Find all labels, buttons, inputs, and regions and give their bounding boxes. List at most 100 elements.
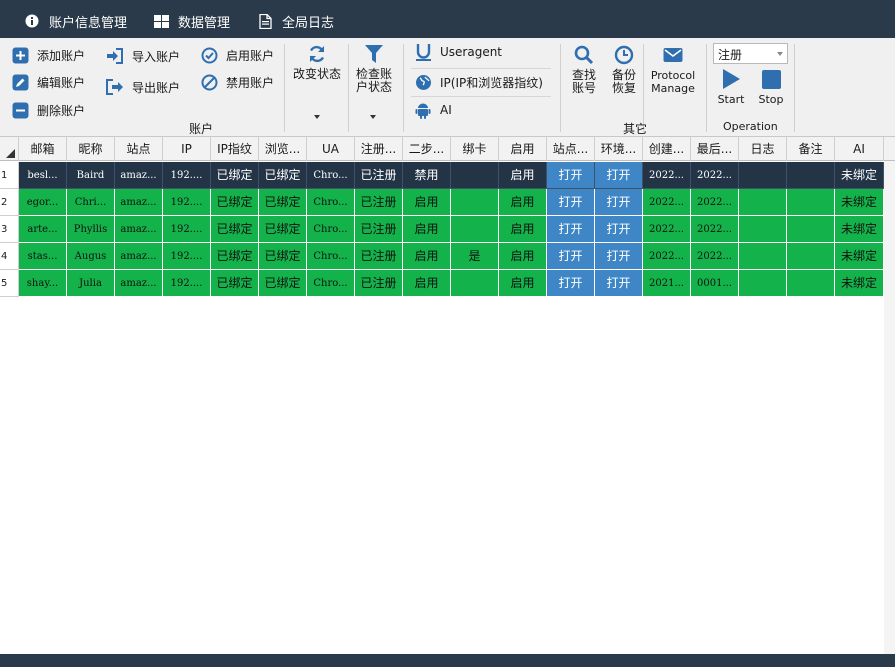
table-cell[interactable]: 已绑定 bbox=[211, 270, 259, 297]
column-header[interactable]: IP指纹 bbox=[211, 137, 259, 161]
column-header[interactable]: 浏览... bbox=[259, 137, 307, 161]
table-cell[interactable]: Augus bbox=[67, 243, 115, 270]
change-status-button[interactable]: 改变状态 bbox=[290, 43, 344, 81]
edit-account-button[interactable]: 编辑账户 bbox=[11, 73, 85, 91]
column-header[interactable]: IP bbox=[163, 137, 211, 161]
table-cell[interactable]: Julia bbox=[67, 270, 115, 297]
open-site-button[interactable]: 打开 bbox=[547, 162, 595, 189]
change-status-dropdown[interactable] bbox=[314, 115, 320, 119]
table-cell[interactable] bbox=[739, 189, 787, 216]
column-header[interactable]: 邮箱 bbox=[19, 137, 67, 161]
table-cell[interactable]: 2022... bbox=[691, 216, 739, 243]
table-cell[interactable]: 192.... bbox=[163, 243, 211, 270]
backup-restore-button[interactable]: 备份 恢复 bbox=[606, 44, 642, 95]
table-cell[interactable]: Chro... bbox=[307, 162, 355, 189]
table-row[interactable]: 1 besl... Baird amaz... 192.... 已绑定 已绑定 Chro...… bbox=[0, 162, 884, 189]
table-cell[interactable]: 启用 bbox=[499, 216, 547, 243]
table-cell[interactable] bbox=[451, 216, 499, 243]
table-cell[interactable]: 未绑定 bbox=[835, 216, 884, 243]
row-number[interactable]: 5 bbox=[0, 270, 19, 297]
table-cell[interactable]: amaz... bbox=[115, 162, 163, 189]
useragent-button[interactable]: Useragent bbox=[414, 43, 502, 61]
table-cell[interactable]: arte... bbox=[19, 216, 67, 243]
table-cell[interactable]: 已绑定 bbox=[259, 216, 307, 243]
table-cell[interactable]: 未绑定 bbox=[835, 270, 884, 297]
open-site-button[interactable]: 打开 bbox=[547, 189, 595, 216]
ip-fingerprint-button[interactable]: IP(IP和浏览器指纹) bbox=[414, 73, 543, 91]
table-cell[interactable]: 2022... bbox=[643, 216, 691, 243]
table-cell[interactable]: 未绑定 bbox=[835, 189, 884, 216]
column-header[interactable]: 创建... bbox=[643, 137, 691, 161]
table-cell[interactable]: 启用 bbox=[499, 243, 547, 270]
table-cell[interactable]: 已注册 bbox=[355, 270, 403, 297]
table-cell[interactable]: 2022... bbox=[643, 243, 691, 270]
table-cell[interactable]: 启用 bbox=[499, 270, 547, 297]
table-cell[interactable] bbox=[787, 189, 835, 216]
enable-account-button[interactable]: 启用账户 bbox=[200, 46, 274, 64]
table-cell[interactable]: 192.... bbox=[163, 270, 211, 297]
ai-button[interactable]: AI bbox=[414, 101, 452, 119]
table-cell[interactable] bbox=[739, 243, 787, 270]
table-cell[interactable]: 已注册 bbox=[355, 216, 403, 243]
table-row[interactable]: 4 stas... Augus amaz... 192.... 已绑定 已绑定 Chro...… bbox=[0, 243, 884, 270]
row-number[interactable]: 4 bbox=[0, 243, 19, 270]
table-cell[interactable]: 未绑定 bbox=[835, 243, 884, 270]
open-environment-button[interactable]: 打开 bbox=[595, 270, 643, 297]
table-cell[interactable]: 已绑定 bbox=[211, 243, 259, 270]
tab-data-management[interactable]: 数据管理 bbox=[153, 11, 230, 31]
column-header[interactable]: 二步... bbox=[403, 137, 451, 161]
table-cell[interactable]: Chro... bbox=[307, 243, 355, 270]
table-cell[interactable]: 2022... bbox=[643, 162, 691, 189]
table-cell[interactable]: amaz... bbox=[115, 216, 163, 243]
table-cell[interactable] bbox=[787, 243, 835, 270]
table-cell[interactable] bbox=[739, 162, 787, 189]
open-environment-button[interactable]: 打开 bbox=[595, 162, 643, 189]
table-cell[interactable]: 已绑定 bbox=[259, 243, 307, 270]
table-cell[interactable]: egor... bbox=[19, 189, 67, 216]
table-cell[interactable]: Phyllis bbox=[67, 216, 115, 243]
table-cell[interactable]: 已绑定 bbox=[211, 189, 259, 216]
column-header[interactable]: 备注 bbox=[787, 137, 835, 161]
table-cell[interactable]: 启用 bbox=[403, 216, 451, 243]
find-account-button[interactable]: 查找 账号 bbox=[566, 44, 602, 95]
table-cell[interactable]: 2021... bbox=[643, 270, 691, 297]
select-all-corner[interactable] bbox=[0, 137, 19, 161]
table-cell[interactable] bbox=[451, 162, 499, 189]
table-cell[interactable]: 启用 bbox=[403, 243, 451, 270]
table-cell[interactable]: amaz... bbox=[115, 270, 163, 297]
table-cell[interactable] bbox=[787, 162, 835, 189]
table-cell[interactable]: 已注册 bbox=[355, 162, 403, 189]
table-row[interactable]: 3 arte... Phyllis amaz... 192.... 已绑定 已绑定 Chro.… bbox=[0, 216, 884, 243]
open-environment-button[interactable]: 打开 bbox=[595, 189, 643, 216]
column-header[interactable]: 环境... bbox=[595, 137, 643, 161]
table-cell[interactable]: 未绑定 bbox=[835, 162, 884, 189]
row-number[interactable]: 1 bbox=[0, 162, 19, 189]
table-cell[interactable]: 192.... bbox=[163, 189, 211, 216]
table-cell[interactable]: 2022... bbox=[691, 189, 739, 216]
row-number[interactable]: 2 bbox=[0, 189, 19, 216]
table-cell[interactable]: amaz... bbox=[115, 243, 163, 270]
import-account-button[interactable]: 导入账户 bbox=[106, 47, 180, 65]
table-row[interactable]: 2 egor... Chri... amaz... 192.... 已绑定 已绑定 Chro.… bbox=[0, 189, 884, 216]
table-cell[interactable]: 0001... bbox=[691, 270, 739, 297]
table-cell[interactable]: 2022... bbox=[643, 189, 691, 216]
table-cell[interactable]: 禁用 bbox=[403, 162, 451, 189]
column-header[interactable]: 站点 bbox=[115, 137, 163, 161]
column-header[interactable]: 最后... bbox=[691, 137, 739, 161]
table-cell[interactable] bbox=[451, 270, 499, 297]
table-cell[interactable]: 已绑定 bbox=[211, 216, 259, 243]
table-cell[interactable]: 启用 bbox=[499, 162, 547, 189]
vertical-scrollbar[interactable] bbox=[884, 161, 895, 654]
column-header[interactable]: UA bbox=[307, 137, 355, 161]
table-cell[interactable]: 2022... bbox=[691, 243, 739, 270]
open-site-button[interactable]: 打开 bbox=[547, 216, 595, 243]
operation-mode-select[interactable]: 注册 bbox=[713, 43, 788, 64]
delete-account-button[interactable]: 删除账户 bbox=[11, 101, 85, 119]
row-number[interactable]: 3 bbox=[0, 216, 19, 243]
open-site-button[interactable]: 打开 bbox=[547, 243, 595, 270]
table-cell[interactable]: stas... bbox=[19, 243, 67, 270]
open-environment-button[interactable]: 打开 bbox=[595, 216, 643, 243]
table-cell[interactable]: Chro... bbox=[307, 189, 355, 216]
table-cell[interactable]: shay... bbox=[19, 270, 67, 297]
export-account-button[interactable]: 导出账户 bbox=[106, 78, 180, 96]
